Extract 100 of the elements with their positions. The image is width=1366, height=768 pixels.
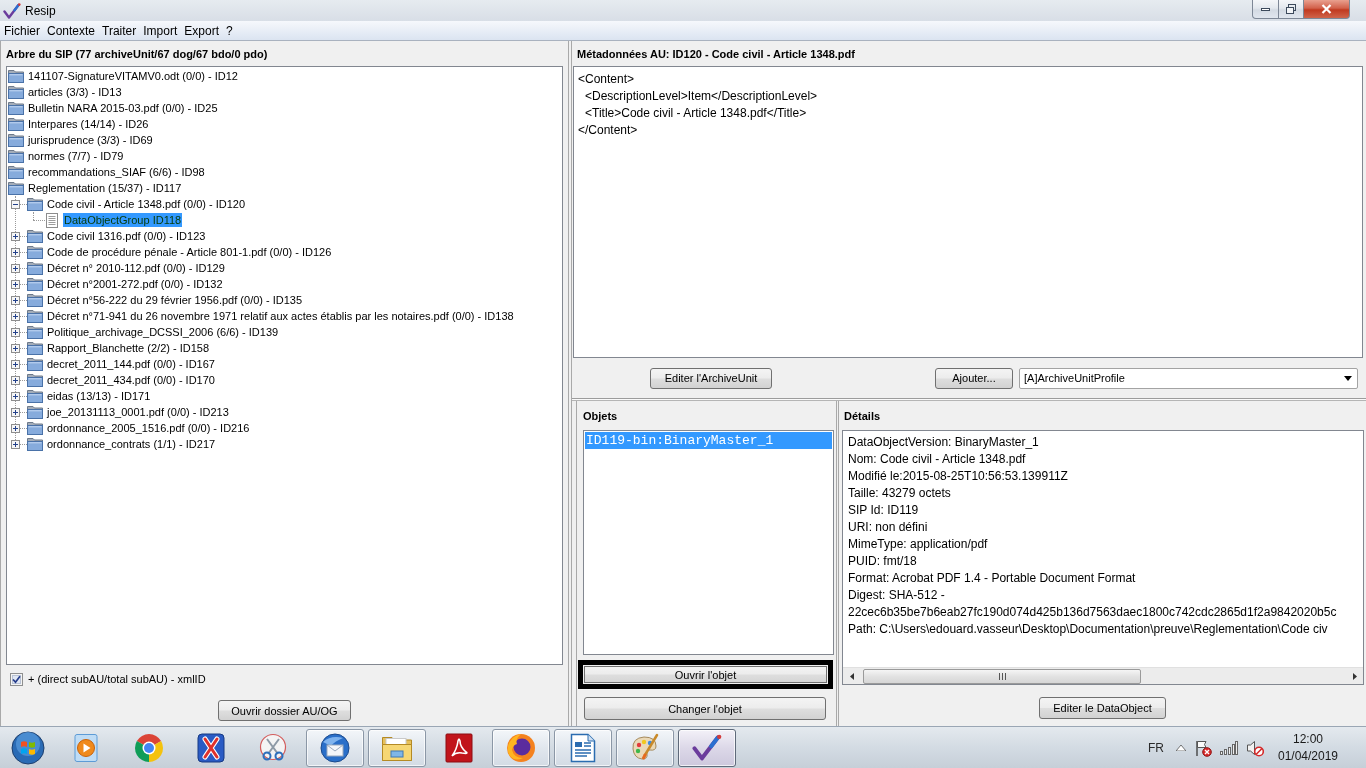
tree-item[interactable]: Décret n°2001-272.pdf (0/0) - ID132 <box>46 277 224 291</box>
right-arrow-icon[interactable] <box>1352 672 1357 680</box>
menu-item[interactable]: Traiter <box>99 22 140 39</box>
tree-item[interactable]: Code civil 1316.pdf (0/0) - ID123 <box>46 229 207 243</box>
profile-select[interactable]: [A]ArchiveUnitProfile <box>1019 367 1358 389</box>
change-object-button[interactable]: Changer l'objet <box>584 697 826 720</box>
panel-title: Objets <box>583 408 618 423</box>
xml-line: </Content> <box>578 122 638 139</box>
plus-box-icon[interactable] <box>11 407 20 417</box>
round-emblem-icon <box>505 731 537 764</box>
minus-box-icon[interactable] <box>11 199 20 209</box>
tree-item[interactable]: decret_2011_434.pdf (0/0) - ID170 <box>46 373 216 387</box>
tree-item[interactable]: 141107-SignatureVITAMV0.odt (0/0) - ID12 <box>27 69 239 83</box>
detail-line: Modifié le:2015-08-25T10:56:53.139911Z <box>848 468 1068 485</box>
checkmark-icon <box>3 2 21 19</box>
plus-box-icon[interactable] <box>11 343 20 353</box>
plus-box-icon[interactable] <box>11 279 20 289</box>
folder-icon <box>8 117 24 131</box>
tree-item[interactable]: ordonnance_contrats (1/1) - ID217 <box>46 437 217 451</box>
taskbar-button[interactable] <box>492 728 550 767</box>
plus-box-icon[interactable] <box>11 423 20 433</box>
tree-item[interactable]: DataObjectGroup ID118 <box>63 213 183 227</box>
folder-icon <box>27 325 43 339</box>
tree-item[interactable]: Décret n°56-222 du 29 février 1956.pdf (0/0) - ID135 <box>46 293 304 307</box>
panel-title: Arbre du SIP (77 archiveUnit/67 dog/67 bdo/0 pdo) <box>6 46 268 61</box>
tree-item[interactable]: articles (3/3) - ID13 <box>27 85 123 99</box>
checkbox[interactable] <box>10 672 23 686</box>
folder-icon <box>27 309 43 323</box>
plus-box-icon[interactable] <box>11 311 20 321</box>
checkbox-label[interactable]: + (direct subAU/total subAU) - xmlID <box>28 672 206 686</box>
detail-line: Path: C:\Users\edouard.vasseur\Desktop\Documentation\preuve\Reglementation\Code civ <box>848 621 1328 638</box>
restore-button[interactable] <box>1278 0 1304 19</box>
tree-item[interactable]: ordonnance_2005_1516.pdf (0/0) - ID216 <box>46 421 251 435</box>
tree-item[interactable]: Reglementation (15/37) - ID117 <box>27 181 183 195</box>
checkmark-icon <box>692 734 722 761</box>
signal-bars-icon[interactable] <box>1220 740 1238 755</box>
chevron-up-icon[interactable] <box>1176 744 1186 751</box>
tree-item[interactable]: Rapport_Blanchette (2/2) - ID158 <box>46 341 211 355</box>
folder-icon <box>8 69 24 83</box>
plus-box-icon[interactable] <box>11 263 20 273</box>
folder-icon <box>27 421 43 435</box>
horizontal-scrollbar[interactable] <box>843 667 1363 684</box>
plus-box-icon[interactable] <box>11 375 20 385</box>
open-folder-button[interactable]: Ouvrir dossier AU/OG <box>218 700 351 721</box>
tree-item[interactable]: decret_2011_144.pdf (0/0) - ID167 <box>46 357 216 371</box>
menu-item[interactable]: Import <box>140 22 181 39</box>
language-indicator[interactable]: FR <box>1148 740 1164 755</box>
minimize-icon <box>1261 7 1270 11</box>
details-text-area[interactable] <box>842 430 1364 685</box>
tree-item[interactable]: normes (7/7) - ID79 <box>27 149 125 163</box>
tree-item[interactable]: recommandations_SIAF (6/6) - ID98 <box>27 165 206 179</box>
tree-item[interactable]: jurisprudence (3/3) - ID69 <box>27 133 154 147</box>
tree-item[interactable]: Décret n°71-941 du 26 novembre 1971 relatif aux actes établis par les notaires.pdf (0/0) - ID138 <box>46 309 515 323</box>
metadata-text-area[interactable]: <Content> <DescriptionLevel>Item</DescriptionLevel> <Title>Code civil - Article 1348.pdf</Title> </Content> <box>573 66 1363 358</box>
tree-item[interactable]: Politique_archivage_DCSSI_2006 (6/6) - ID139 <box>46 325 280 339</box>
tricolor-circle-icon[interactable] <box>134 732 164 763</box>
tree-item[interactable]: Code de procédure pénale - Article 801-1.pdf (0/0) - ID126 <box>46 245 333 259</box>
plus-box-icon[interactable] <box>11 391 20 401</box>
folder-icon <box>27 277 43 291</box>
tree-item[interactable]: Code civil - Article 1348.pdf (0/0) - ID120 <box>46 197 247 211</box>
plus-box-icon[interactable] <box>11 359 20 369</box>
start-orb-icon[interactable] <box>11 730 45 765</box>
taskbar-button[interactable] <box>306 728 364 767</box>
tree-item[interactable]: Interpares (14/14) - ID26 <box>27 117 150 131</box>
minimize-button[interactable] <box>1252 0 1279 19</box>
close-button[interactable] <box>1303 0 1350 19</box>
plus-box-icon[interactable] <box>11 327 20 337</box>
detail-line: Nom: Code civil - Article 1348.pdf <box>848 451 1026 468</box>
tree-item[interactable]: joe_20131113_0001.pdf (0/0) - ID213 <box>46 405 230 419</box>
folder-icon <box>8 181 24 195</box>
speaker-muted-icon[interactable] <box>1246 738 1264 757</box>
document-icon <box>570 732 596 763</box>
plus-box-icon[interactable] <box>11 439 20 449</box>
scrollbar-thumb[interactable] <box>863 668 1141 684</box>
plus-box-icon[interactable] <box>11 295 20 305</box>
plus-box-icon[interactable] <box>11 231 20 241</box>
tree-item[interactable]: eidas (13/13) - ID171 <box>46 389 152 403</box>
flag-error-icon[interactable] <box>1194 738 1212 757</box>
folder-icon <box>27 389 43 403</box>
scissors-icon[interactable] <box>258 732 288 763</box>
detail-line: Digest: SHA-512 - <box>848 587 945 604</box>
plus-box-icon[interactable] <box>11 247 20 257</box>
swirl-tile-icon[interactable] <box>445 732 473 763</box>
left-arrow-icon[interactable] <box>849 672 854 680</box>
tree-item[interactable]: Décret n° 2010-112.pdf (0/0) - ID129 <box>46 261 226 275</box>
xml-line: <Content> <box>578 71 635 88</box>
open-object-button[interactable]: Ouvrir l'objet <box>578 660 833 689</box>
x-tile-icon[interactable] <box>197 732 225 763</box>
taskbar-button[interactable] <box>554 728 612 767</box>
menu-item[interactable]: Contexte <box>44 22 99 39</box>
edit-data-object-button[interactable]: Editer le DataObject <box>1039 697 1166 719</box>
menu-item[interactable]: Fichier <box>1 22 43 39</box>
taskbar-button[interactable] <box>678 728 736 767</box>
tree-item[interactable]: Bulletin NARA 2015-03.pdf (0/0) - ID25 <box>27 101 219 115</box>
clock-time: 12:00 <box>1293 732 1323 746</box>
add-button[interactable]: Ajouter... <box>935 367 1013 389</box>
detail-line: URI: non défini <box>848 519 928 536</box>
menu-item[interactable]: ? <box>223 22 236 39</box>
edit-archive-unit-button[interactable]: Editer l'ArchiveUnit <box>650 367 772 389</box>
menu-item[interactable]: Export <box>181 22 222 39</box>
